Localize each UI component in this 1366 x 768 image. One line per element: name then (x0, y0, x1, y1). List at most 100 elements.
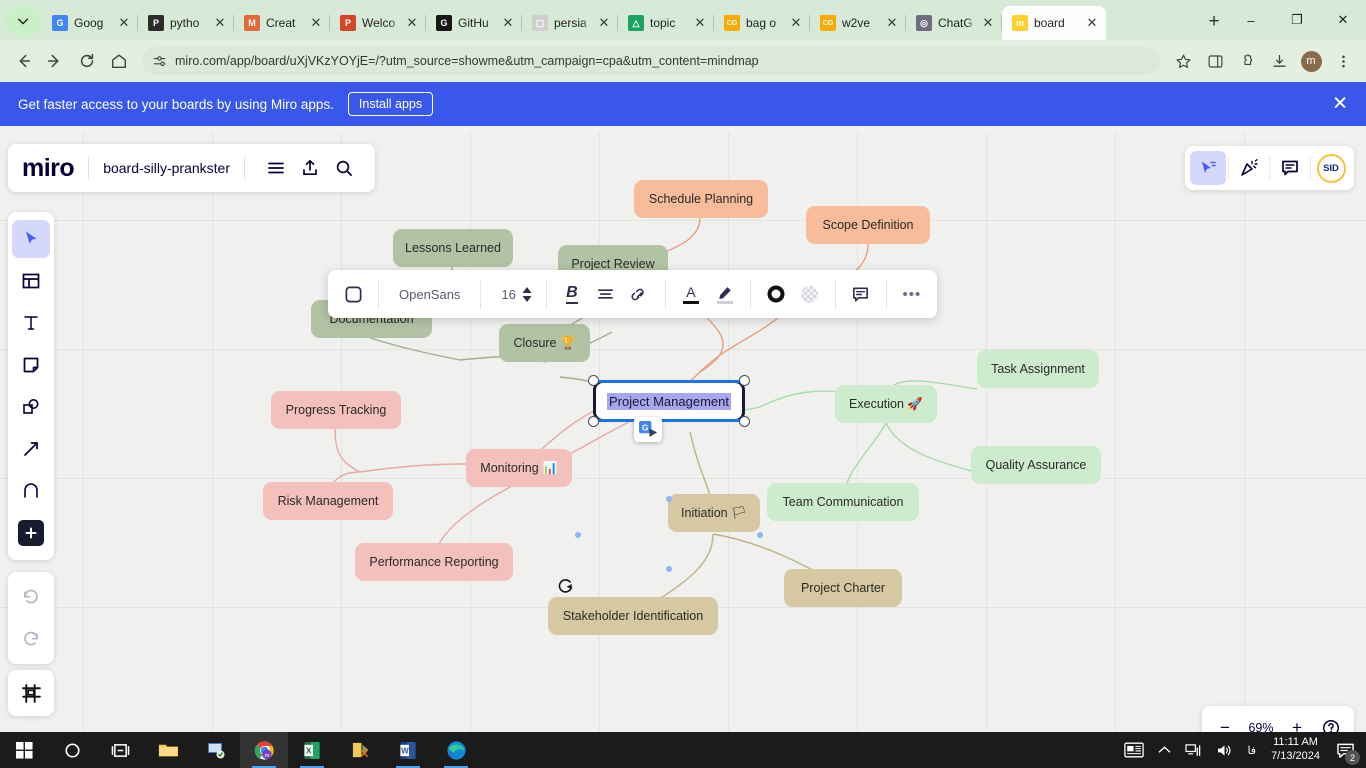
board-name[interactable]: board-silly-prankster (103, 160, 230, 176)
tab-close-icon[interactable]: ✕ (308, 15, 324, 31)
reload-button[interactable] (72, 46, 102, 76)
font-size-stepper[interactable] (522, 286, 532, 302)
transparency-button[interactable] (793, 277, 827, 311)
font-family-select[interactable]: OpenSans (387, 287, 472, 302)
shapes-tool[interactable] (12, 388, 50, 426)
browser-tab[interactable]: CO w2ve ✕ (810, 6, 906, 40)
new-tab-button[interactable]: + (1200, 8, 1228, 36)
browser-tab[interactable]: G Goog ✕ (42, 6, 138, 40)
templates-tool[interactable] (12, 262, 50, 300)
mindmap-node[interactable]: Initiation 🏳 (668, 494, 760, 532)
tab-close-icon[interactable]: ✕ (788, 15, 804, 31)
comment-button[interactable] (844, 277, 878, 311)
more-options-button[interactable]: ••• (895, 277, 929, 311)
font-size-value[interactable]: 16 (489, 287, 521, 302)
minimize-button[interactable]: – (1228, 4, 1274, 36)
resize-handle-tl[interactable] (588, 375, 599, 386)
browser-tab[interactable]: ▢ persia ✕ (522, 6, 618, 40)
mindmap-node[interactable]: Progress Tracking (271, 391, 401, 429)
profile-avatar[interactable]: m (1296, 46, 1326, 76)
tab-close-icon[interactable]: ✕ (884, 15, 900, 31)
install-apps-button[interactable]: Install apps (347, 92, 434, 116)
app-icon[interactable] (336, 732, 384, 768)
extensions-icon[interactable] (1232, 46, 1262, 76)
resize-handle-bl[interactable] (588, 416, 599, 427)
align-button[interactable] (589, 277, 623, 311)
mindmap-node[interactable]: Scope Definition (806, 206, 930, 244)
mindmap-node[interactable]: Team Communication (767, 483, 919, 521)
highlight-button[interactable] (708, 277, 742, 311)
address-bar[interactable]: miro.com/app/board/uXjVKzYOYjE=/?utm_sou… (142, 47, 1160, 75)
present-mode-button[interactable] (1190, 151, 1226, 185)
resize-handle-br[interactable] (739, 416, 750, 427)
hamburger-menu-icon[interactable] (259, 151, 293, 185)
upload-share-icon[interactable] (293, 151, 327, 185)
miro-canvas[interactable]: Schedule Planning Scope Definition Lessons… (0, 132, 1366, 736)
mindmap-node[interactable]: Closure 🏆 (499, 324, 590, 362)
more-apps-tool[interactable] (12, 514, 50, 552)
browser-tab[interactable]: m board ✕ (1002, 6, 1106, 40)
mindmap-node[interactable]: Performance Reporting (355, 543, 513, 581)
excel-icon[interactable]: X (288, 732, 336, 768)
notification-center-button[interactable]: 2 (1328, 732, 1362, 768)
connection-dot-top[interactable] (666, 496, 672, 502)
browser-tab[interactable]: M Creat ✕ (234, 6, 330, 40)
connection-dot-right[interactable] (757, 532, 763, 538)
fill-color-button[interactable] (759, 277, 793, 311)
comments-button[interactable] (1272, 151, 1308, 185)
taskbar-clock[interactable]: 11:11 AM 7/13/2024 (1263, 736, 1328, 764)
search-icon[interactable] (327, 151, 361, 185)
pen-draw-tool[interactable] (12, 472, 50, 510)
connection-dot-bottom[interactable] (666, 566, 672, 572)
chrome-icon[interactable]: m (240, 732, 288, 768)
browser-tab[interactable]: Ppytho ✕ (138, 6, 234, 40)
arrow-connector-tool[interactable] (12, 430, 50, 468)
shape-picker-button[interactable] (336, 277, 370, 311)
mindmap-node[interactable]: Risk Management (263, 482, 393, 520)
side-panel-icon[interactable] (1200, 46, 1230, 76)
frames-panel-button[interactable] (8, 670, 54, 716)
mindmap-node[interactable]: Lessons Learned (393, 229, 513, 267)
tab-close-icon[interactable]: ✕ (692, 15, 708, 31)
news-weather-icon[interactable] (1117, 732, 1151, 768)
tab-close-icon[interactable]: ✕ (212, 15, 228, 31)
tab-close-icon[interactable]: ✕ (500, 15, 516, 31)
redo-icon[interactable] (12, 620, 50, 658)
browser-menu-button[interactable] (1328, 46, 1358, 76)
browser-tab[interactable]: P Welco ✕ (330, 6, 426, 40)
home-button[interactable] (104, 46, 134, 76)
reactions-button[interactable] (1231, 151, 1267, 185)
tab-search-button[interactable] (4, 6, 42, 36)
mindmap-node[interactable]: Quality Assurance (971, 446, 1101, 484)
word-icon[interactable]: W (384, 732, 432, 768)
start-button[interactable] (0, 732, 48, 768)
volume-icon[interactable] (1209, 732, 1240, 768)
bold-button[interactable]: B (555, 277, 589, 311)
network-icon[interactable] (1178, 732, 1209, 768)
text-tool[interactable] (12, 304, 50, 342)
tab-close-icon[interactable]: ✕ (116, 15, 132, 31)
bookmark-star-icon[interactable] (1168, 46, 1198, 76)
browser-tab[interactable]: CO bag o ✕ (714, 6, 810, 40)
tab-close-icon[interactable]: ✕ (1084, 15, 1100, 31)
mindmap-node[interactable]: Task Assignment (977, 350, 1099, 388)
tray-expand-chevron[interactable] (1151, 732, 1178, 768)
back-button[interactable] (8, 46, 38, 76)
mindmap-node[interactable]: Execution 🚀 (835, 385, 937, 423)
cursor-select-tool[interactable] (12, 220, 50, 258)
tab-close-icon[interactable]: ✕ (980, 15, 996, 31)
mindmap-node[interactable]: Schedule Planning (634, 180, 768, 218)
text-color-button[interactable]: A (674, 277, 708, 311)
google-translate-icon[interactable]: G (634, 417, 662, 442)
sticky-note-tool[interactable] (12, 346, 50, 384)
edge-icon[interactable] (432, 732, 480, 768)
language-indicator[interactable]: فا (1240, 732, 1263, 768)
maximize-button[interactable]: ❐ (1274, 4, 1320, 36)
resize-handle-tr[interactable] (739, 375, 750, 386)
file-explorer-icon[interactable] (144, 732, 192, 768)
browser-tab[interactable]: ◎ ChatG ✕ (906, 6, 1002, 40)
downloads-icon[interactable] (1264, 46, 1294, 76)
user-avatar-button[interactable]: SID (1313, 151, 1349, 185)
undo-icon[interactable] (12, 578, 50, 616)
task-view-icon[interactable] (96, 732, 144, 768)
